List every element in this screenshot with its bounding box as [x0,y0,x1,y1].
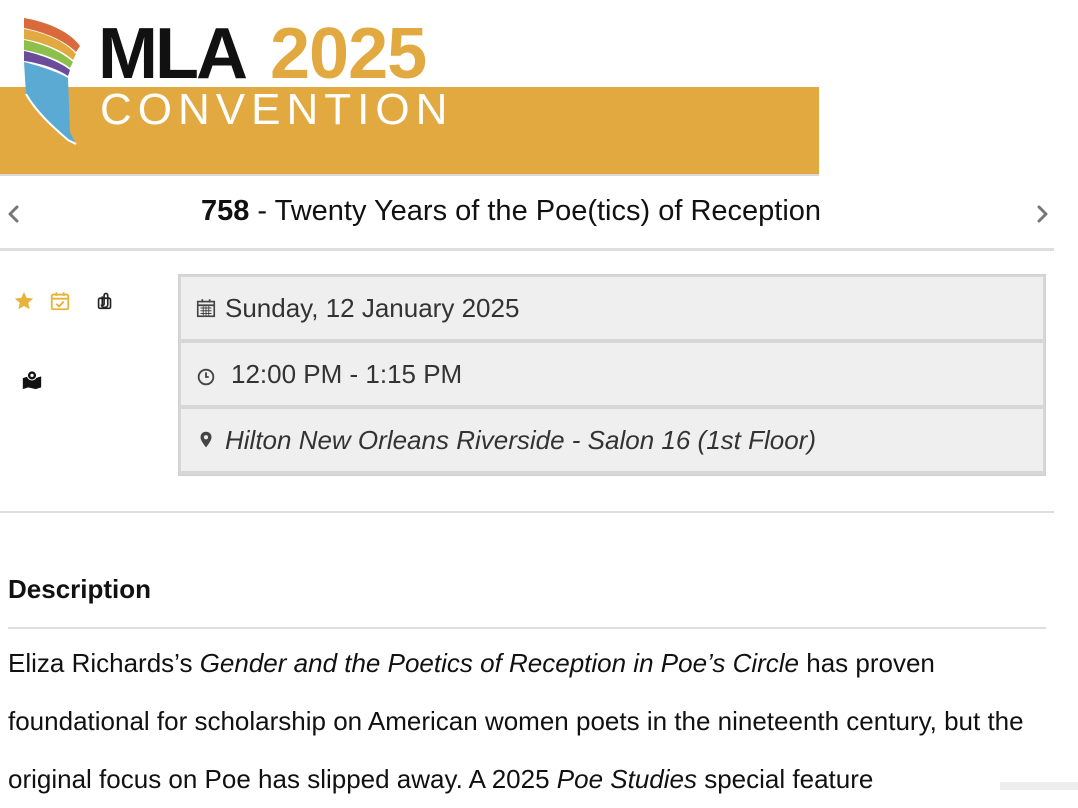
logo-convention-text: CONVENTION [100,85,454,134]
map-marker-icon[interactable] [21,369,43,391]
title-divider [0,248,1054,251]
calendar-check-icon[interactable] [49,290,71,312]
session-details-box: Sunday, 12 January 2025 12:00 PM - 1:15 … [178,274,1046,476]
description-divider [8,627,1046,629]
session-time: 12:00 PM - 1:15 PM [231,358,463,389]
time-row: 12:00 PM - 1:15 PM [181,343,1043,405]
convention-banner: MLA 2025 CONVENTION [0,0,819,176]
session-date: Sunday, 12 January 2025 [225,292,520,323]
banner-divider [0,174,819,176]
session-number: 758 [200,195,250,227]
logo-mla-text: MLA [98,14,248,94]
description-heading: Description [8,574,152,604]
calendar-icon [196,299,216,318]
date-row: Sunday, 12 January 2025 [181,277,1043,339]
star-icon[interactable] [13,290,35,312]
session-title-bar: 758 - Twenty Years of the Poe(tics) of R… [0,180,1054,251]
chevron-right-icon[interactable] [1032,202,1052,226]
session-name: Twenty Years of the Poe(tics) of Recepti… [274,195,822,227]
logo-year-text: 2025 [270,14,427,94]
location-row: Hilton New Orleans Riverside - Salon 16 … [181,409,1043,471]
clock-icon [197,368,215,386]
session-title: 758 - Twenty Years of the Poe(tics) of R… [0,194,1022,228]
scrollbar[interactable] [1000,782,1078,790]
feather-logo-icon [24,18,80,145]
details-divider [0,511,1054,513]
description-text: Eliza Richards’s Gender and the Poetics … [8,634,1048,808]
session-separator: - [249,195,275,227]
description-part-1: Eliza Richards’s [8,648,200,678]
location-pin-icon [200,431,212,448]
book-title: Gender and the Poetics of Reception in P… [199,648,800,678]
session-location[interactable]: Hilton New Orleans Riverside - Salon 16 … [225,425,816,456]
paperclip-icon[interactable] [94,290,116,312]
